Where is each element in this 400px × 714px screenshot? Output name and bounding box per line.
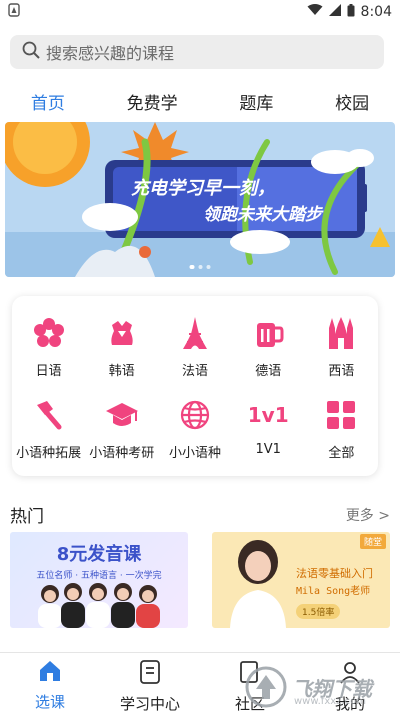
hot-section-header: 热门 更多 >	[10, 502, 390, 527]
notification-icon	[8, 3, 20, 21]
status-bar: 8:04	[0, 0, 400, 24]
tab-campus[interactable]: 校园	[323, 85, 381, 118]
category-label: 法语	[181, 364, 208, 379]
watermark-logo-icon	[245, 666, 287, 708]
category-label: 韩语	[108, 364, 135, 379]
site-watermark: 飞翔下载 www.fxxz.com	[244, 660, 400, 714]
battery-icon	[347, 3, 355, 21]
pagination-dot[interactable]	[198, 265, 203, 269]
search-placeholder: 搜索感兴趣的课程	[46, 44, 175, 63]
category-all[interactable]: 全部	[305, 384, 378, 466]
globe-icon	[178, 398, 212, 432]
search-bar[interactable]: 搜索感兴趣的课程	[10, 35, 384, 69]
watermark-url: www.fxxz.com	[294, 696, 366, 707]
tab-home[interactable]: 首页	[19, 85, 77, 118]
category-label: 1V1	[255, 442, 281, 457]
tab-free[interactable]: 免费学	[115, 85, 190, 118]
pagination-dot[interactable]	[206, 265, 211, 269]
nav-label: 学习中心	[119, 695, 180, 713]
category-card: 日语 韩语 法语 德语 西语 小语种拓展 小语种考研 小小语种 1v1 1V1 …	[12, 296, 378, 476]
category-label: 西语	[328, 364, 355, 379]
banner-pagination	[189, 265, 211, 269]
grid-icon	[324, 398, 358, 432]
hanbok-icon	[105, 316, 139, 350]
category-tiny-languages[interactable]: 小小语种	[158, 384, 231, 466]
pagination-dot[interactable]	[189, 265, 195, 269]
1v1-icon: 1v1	[247, 403, 289, 427]
banner-illustration: 充电学习早一刻， 领跑未来大踏步	[5, 122, 395, 277]
home-icon	[38, 659, 62, 687]
category-one-on-one[interactable]: 1v1 1V1	[232, 384, 305, 466]
eiffel-tower-icon	[178, 316, 212, 350]
category-label: 日语	[35, 364, 62, 379]
graduation-cap-icon	[105, 398, 139, 432]
sakura-icon	[32, 316, 66, 350]
torch-icon	[32, 398, 66, 432]
category-minor-extension[interactable]: 小语种拓展	[12, 384, 85, 466]
category-spanish[interactable]: 西语	[305, 302, 378, 384]
course-tag: 随堂	[359, 534, 386, 549]
banner-line1: 充电学习早一刻，	[131, 178, 275, 199]
nav-label: 选课	[34, 693, 65, 711]
category-label: 全部	[328, 446, 355, 461]
nav-study-center[interactable]: 学习中心	[105, 659, 195, 714]
banner-line2: 领跑未来大踏步	[203, 205, 324, 225]
category-label: 小小语种	[168, 446, 221, 461]
wifi-icon	[307, 4, 323, 20]
promo-banner[interactable]: 充电学习早一刻， 领跑未来大踏步	[5, 122, 395, 277]
search-icon	[22, 41, 40, 63]
nav-course-select[interactable]: 选课	[5, 659, 95, 712]
course-card[interactable]: 随堂 法语零基础入门 Mila Song老师 1.5倍率	[212, 532, 390, 628]
category-korean[interactable]: 韩语	[85, 302, 158, 384]
course-teacher: Mila Song老师	[296, 586, 371, 597]
clock: 8:04	[360, 4, 392, 20]
hot-courses: 8元发音课 五位名师 · 五种语言 · 一次学完 随堂 法语零基础入门 Mila…	[10, 532, 390, 628]
category-german[interactable]: 德语	[232, 302, 305, 384]
hot-title: 热门	[10, 507, 44, 527]
course-badge: 1.5倍率	[296, 604, 341, 619]
tab-question-bank[interactable]: 题库	[227, 85, 285, 118]
category-label: 德语	[255, 364, 282, 379]
course-card[interactable]: 8元发音课 五位名师 · 五种语言 · 一次学完	[10, 532, 188, 628]
category-french[interactable]: 法语	[158, 302, 231, 384]
category-label: 小语种拓展	[16, 446, 82, 461]
category-minor-postgrad[interactable]: 小语种考研	[85, 384, 158, 466]
course-title: 法语零基础入门	[296, 567, 373, 580]
cathedral-icon	[324, 316, 358, 350]
top-tabs: 首页 免费学 题库 校园	[0, 84, 400, 118]
category-label: 小语种考研	[89, 446, 155, 461]
status-indicators: 8:04	[307, 3, 392, 21]
category-japanese[interactable]: 日语	[12, 302, 85, 384]
teachers-photo	[38, 583, 160, 628]
beer-mug-icon	[251, 316, 285, 350]
signal-icon	[328, 4, 341, 20]
more-link[interactable]: 更多 >	[346, 505, 390, 525]
teacher-photo	[230, 540, 286, 628]
book-icon	[139, 659, 161, 689]
